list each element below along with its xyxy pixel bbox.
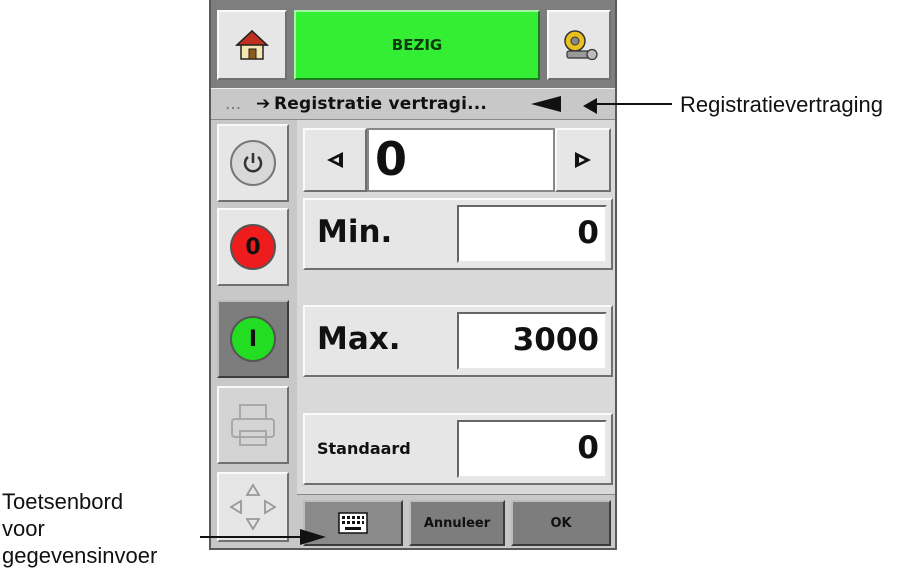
callout-line-left [200, 536, 308, 538]
min-label: Min. [317, 214, 393, 250]
settings-button[interactable] [547, 10, 611, 80]
start-icon: I [230, 316, 276, 362]
callout-arrow-right-icon [531, 96, 561, 112]
cancel-label: Annuleer [423, 515, 491, 531]
cancel-button[interactable]: Annuleer [409, 500, 505, 546]
default-row[interactable]: Standaard 0 [303, 413, 613, 485]
print-button[interactable] [217, 386, 289, 464]
callout-line-right [590, 103, 672, 105]
default-value: 0 [457, 420, 607, 478]
printer-icon [231, 404, 275, 446]
value-input[interactable]: 0 [367, 128, 555, 192]
breadcrumb-text: Registratie vertragi... [274, 94, 488, 114]
annotation-keyboard-line1: Toetsenbord [2, 489, 124, 514]
annotation-keyboard-line2: voor [2, 516, 45, 541]
power-button[interactable] [217, 124, 289, 202]
ok-button[interactable]: OK [511, 500, 611, 546]
breadcrumb-prefix: ... [225, 94, 242, 114]
callout-arrow-left-icon [300, 529, 326, 545]
device-screen: BEZIG ... ➔ Registratie vertragi... 0 I … [209, 0, 617, 550]
breadcrumb-arrow: ➔ [256, 94, 271, 114]
power-icon [230, 140, 276, 186]
status-indicator: BEZIG [294, 10, 540, 80]
settings-wrench-icon [564, 30, 598, 61]
ok-label: OK [550, 515, 572, 531]
home-icon [235, 29, 269, 60]
max-label: Max. [317, 321, 401, 357]
keyboard-icon [338, 512, 368, 534]
stop-icon: 0 [230, 224, 276, 270]
arrow-left-icon [327, 152, 343, 168]
annotation-keyboard: Toetsenbord voor gegevensinvoer [2, 488, 157, 569]
annotation-keyboard-line3: gegevensinvoer [2, 543, 158, 568]
max-row[interactable]: Max. 3000 [303, 305, 613, 377]
min-value: 0 [457, 205, 607, 263]
start-button[interactable]: I [217, 300, 289, 378]
sidebar: 0 I [211, 120, 297, 548]
value-input-text: 0 [375, 132, 408, 186]
default-label: Standaard [317, 439, 411, 458]
annotation-registration-delay: Registratievertraging [680, 92, 883, 117]
max-value: 3000 [457, 312, 607, 370]
navigation-button[interactable] [217, 472, 289, 542]
arrow-right-icon [575, 152, 591, 168]
home-button[interactable] [217, 10, 287, 80]
min-row[interactable]: Min. 0 [303, 198, 613, 270]
min-value-text: 0 [577, 215, 599, 251]
decrement-button[interactable] [303, 128, 367, 192]
breadcrumb-back-icon[interactable] [583, 98, 597, 114]
navigation-arrows-icon [229, 483, 277, 531]
top-bar: BEZIG [211, 0, 615, 88]
max-value-text: 3000 [512, 322, 599, 358]
stop-button[interactable]: 0 [217, 208, 289, 286]
increment-button[interactable] [555, 128, 611, 192]
default-value-text: 0 [577, 430, 599, 466]
